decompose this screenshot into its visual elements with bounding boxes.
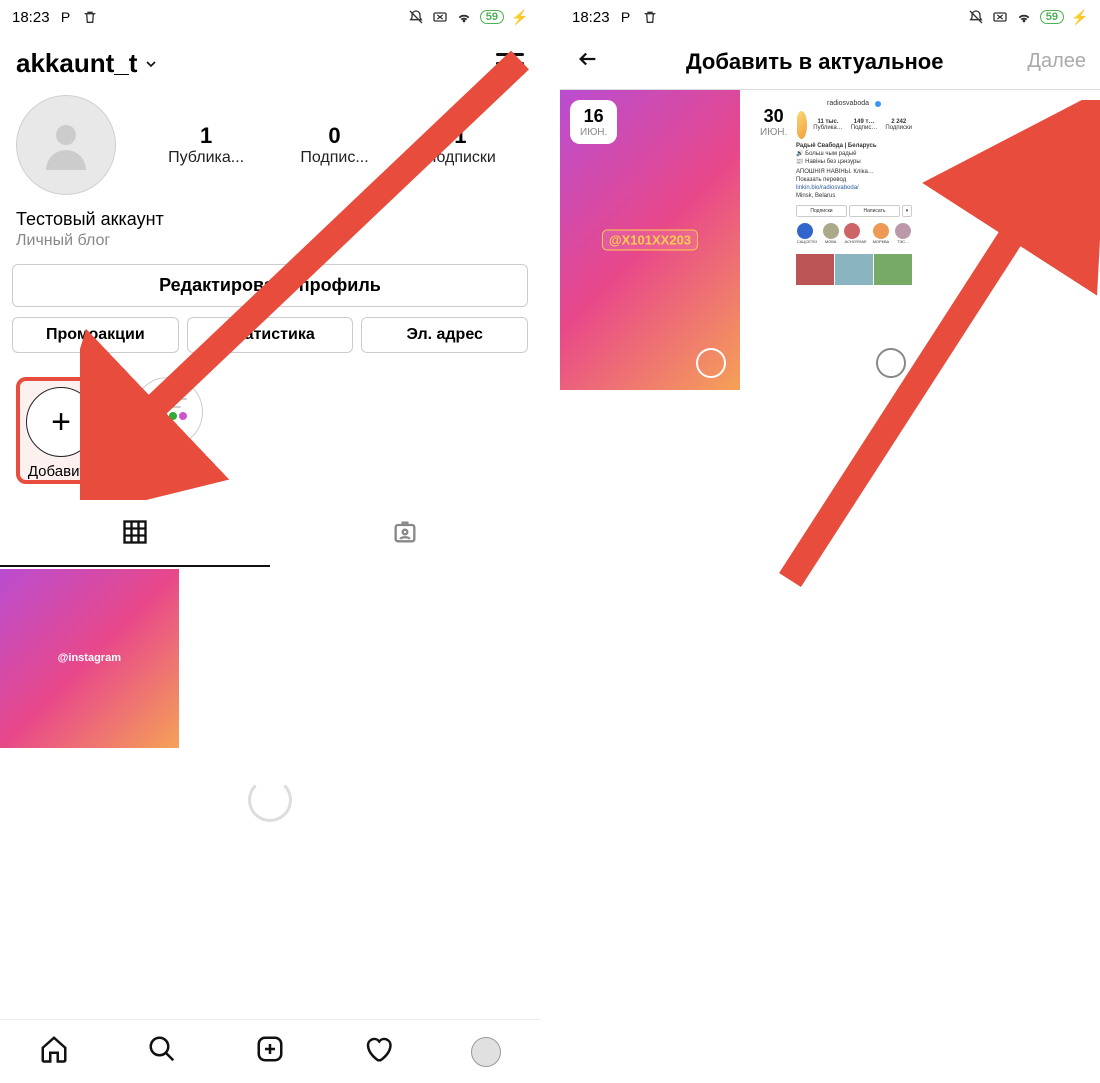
status-time: 18:23 xyxy=(572,9,610,26)
trash-icon xyxy=(82,9,98,25)
nav-search[interactable] xyxy=(147,1034,177,1069)
post-thumb[interactable]: @instagram xyxy=(0,569,179,748)
screenshot-content: radiosvaboda 11 тыс.Публика… 149 т…Подпи… xyxy=(788,90,920,293)
story-thumb-1[interactable]: 16 июн. @X101XX203 xyxy=(560,90,740,390)
bio-category: Личный блог xyxy=(16,232,524,250)
phone-right: 18:23 P 59 ⚡ Добавить в актуальное Далее… xyxy=(560,0,1100,1083)
status-bar: 18:23 P 59 ⚡ xyxy=(560,0,1100,34)
highlight-thumb xyxy=(133,377,203,447)
trash-icon xyxy=(642,9,658,25)
page-title: Добавить в актуальное xyxy=(620,49,1009,75)
charging-icon: ⚡ xyxy=(512,9,528,25)
p-icon: P xyxy=(58,9,74,25)
select-circle[interactable] xyxy=(696,348,726,378)
date-badge: 30 июн. xyxy=(750,100,797,144)
stats-button[interactable]: Статистика xyxy=(187,317,354,353)
nav-home[interactable] xyxy=(39,1034,69,1069)
date-badge: 16 июн. xyxy=(570,100,617,144)
tab-grid[interactable] xyxy=(0,504,270,567)
nav-activity[interactable] xyxy=(363,1034,393,1069)
profile-header: akkaunt_t xyxy=(0,34,540,85)
bottom-nav xyxy=(0,1019,540,1083)
sc-avatar xyxy=(796,111,807,139)
highlight-add[interactable]: + Добавить xyxy=(26,387,96,480)
edit-profile-button[interactable]: Редактировать профиль xyxy=(12,264,528,307)
back-button[interactable] xyxy=(574,48,602,75)
highlight-actual[interactable]: Актуальное xyxy=(128,377,209,484)
heart-icon xyxy=(363,1034,393,1064)
plus-square-icon xyxy=(255,1034,285,1064)
plus-icon: + xyxy=(51,403,71,442)
battery-indicator: 59 xyxy=(480,10,504,24)
home-icon xyxy=(39,1034,69,1064)
chevron-down-icon xyxy=(143,56,159,72)
status-time: 18:23 xyxy=(12,9,50,26)
arrow-left-icon xyxy=(574,48,602,70)
wifi-icon xyxy=(456,9,472,25)
menu-icon[interactable] xyxy=(496,53,524,75)
post-text: @instagram xyxy=(58,652,121,664)
story-mention: @X101XX203 xyxy=(602,230,698,251)
annotation-highlight: + Добавить xyxy=(16,377,106,484)
story-thumb-2[interactable]: 30 июн. radiosvaboda 11 тыс.Публика… 149… xyxy=(740,90,920,390)
username-switcher[interactable]: akkaunt_t xyxy=(16,48,159,79)
tagged-icon xyxy=(391,518,419,546)
loading-spinner xyxy=(0,748,540,857)
status-bar: 18:23 P 59 ⚡ xyxy=(0,0,540,34)
phone-left: 18:23 P 59 ⚡ akkaunt_t xyxy=(0,0,540,1083)
verified-icon xyxy=(875,101,881,107)
tab-tagged[interactable] xyxy=(270,504,540,567)
bio-name: Тестовый аккаунт xyxy=(16,209,524,230)
battery-saver-icon xyxy=(432,9,448,25)
battery-saver-icon xyxy=(992,9,1008,25)
charging-icon: ⚡ xyxy=(1072,9,1088,25)
search-icon xyxy=(147,1034,177,1064)
email-button[interactable]: Эл. адрес xyxy=(361,317,528,353)
nav-profile[interactable] xyxy=(471,1037,501,1067)
grid-icon xyxy=(121,518,149,546)
mute-icon xyxy=(968,9,984,25)
nav-new[interactable] xyxy=(255,1034,285,1069)
battery-indicator: 59 xyxy=(1040,10,1064,24)
username-text: akkaunt_t xyxy=(16,48,137,79)
stat-followers[interactable]: 0 Подпис... xyxy=(300,123,368,167)
mute-icon xyxy=(408,9,424,25)
p-icon: P xyxy=(618,9,634,25)
wifi-icon xyxy=(1016,9,1032,25)
stat-posts[interactable]: 1 Публика... xyxy=(168,123,244,167)
stat-following[interactable]: 1 Подписки xyxy=(425,123,496,167)
select-circle[interactable] xyxy=(876,348,906,378)
next-button[interactable]: Далее xyxy=(1027,50,1086,73)
promo-button[interactable]: Промоакции xyxy=(12,317,179,353)
profile-avatar[interactable] xyxy=(16,95,116,195)
avatar-icon xyxy=(471,1037,501,1067)
